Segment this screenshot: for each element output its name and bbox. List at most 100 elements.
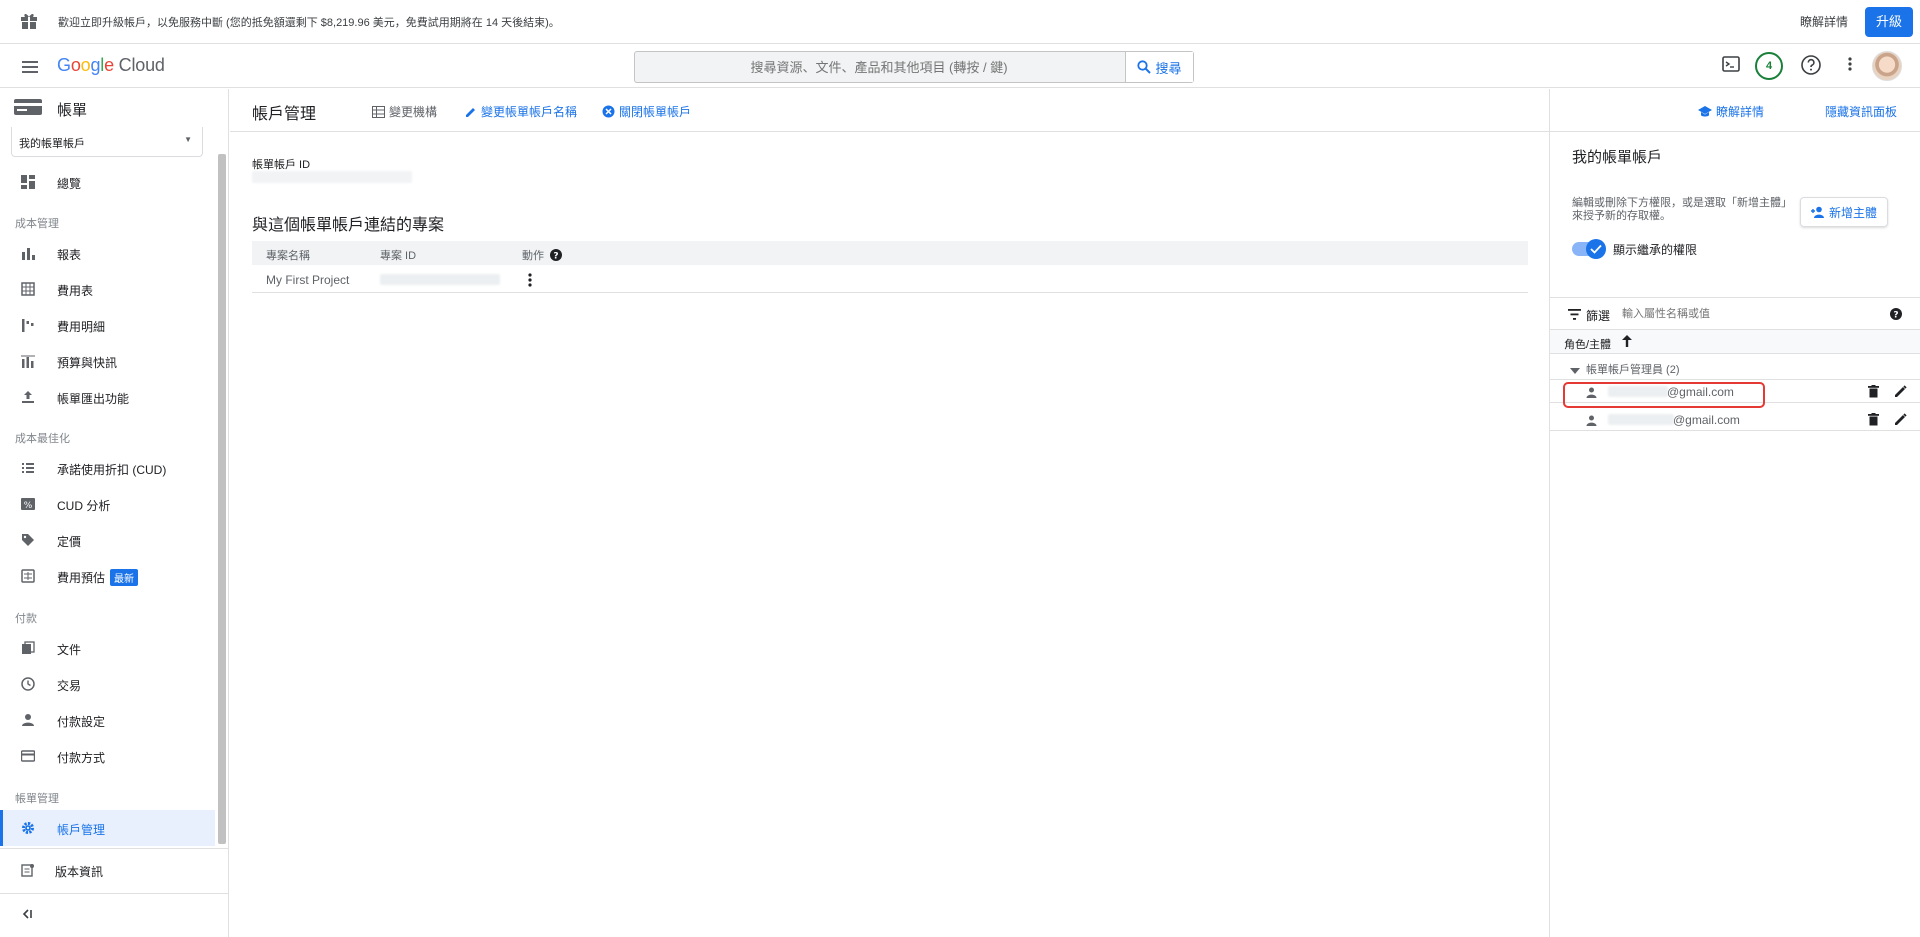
add-principal-button[interactable]: 新增主體	[1800, 197, 1888, 227]
sidebar-item-cost-breakdown[interactable]: 費用明細	[0, 311, 215, 339]
sidebar-item-cost-table[interactable]: 費用表	[0, 275, 215, 303]
sidebar-item-label: 費用預估 最新	[57, 569, 139, 586]
banner-learn-more-link[interactable]: 瞭解詳情	[1800, 13, 1848, 30]
waterfall-chart-icon	[22, 319, 34, 332]
calculator-icon	[21, 569, 35, 583]
add-principal-label: 新增主體	[1828, 205, 1877, 220]
sidebar-item-cud[interactable]: 承諾使用折扣 (CUD)	[0, 454, 215, 482]
sidebar-item-pricing[interactable]: 定價	[0, 526, 215, 554]
rename-billing-account-button[interactable]: 變更帳單帳戶名稱	[465, 103, 577, 120]
role-group-label: 帳單帳戶管理員 (2)	[1586, 364, 1680, 376]
search-bar: 搜尋	[634, 51, 1194, 83]
upload-icon	[22, 391, 34, 403]
sidebar-item-payment-settings[interactable]: 付款設定	[0, 706, 215, 734]
more-vert-icon[interactable]	[524, 272, 536, 291]
change-organization-button[interactable]: 變更機構	[372, 103, 437, 120]
sidebar-item-label: 預算與快訊	[57, 356, 118, 370]
column-project-id[interactable]: 專案 ID	[380, 247, 416, 263]
role-principal-header[interactable]: 角色/主體	[1550, 330, 1920, 354]
sidebar-item-budgets[interactable]: 預算與快訊	[0, 347, 215, 375]
billing-icon	[14, 99, 42, 118]
sidebar-item-transactions[interactable]: 交易	[0, 670, 215, 698]
sidebar-item-release-notes[interactable]: 版本資訊	[0, 856, 215, 884]
role-principal-label: 角色/主體	[1564, 339, 1612, 351]
delete-icon[interactable]	[1868, 413, 1879, 429]
bar-chart-icon	[22, 248, 35, 260]
top-header: Google Cloud 搜尋 4	[0, 45, 1920, 88]
dropdown-icon: ▼	[184, 135, 192, 144]
estimate-label: 費用預估	[57, 571, 106, 585]
sidebar-item-label: 付款方式	[57, 751, 106, 765]
sidebar-item-documents[interactable]: 文件	[0, 634, 215, 662]
sidebar-item-cud-analysis[interactable]: % CUD 分析	[0, 490, 215, 518]
role-group-billing-admin[interactable]: 帳單帳戶管理員 (2)	[1550, 354, 1920, 380]
upgrade-button[interactable]: 升級	[1865, 7, 1913, 37]
delete-icon[interactable]	[1868, 385, 1879, 401]
search-button-label: 搜尋	[1155, 60, 1182, 76]
close-billing-account-button[interactable]: 關閉帳單帳戶	[602, 103, 691, 120]
svg-text:?: ?	[553, 251, 558, 261]
person-icon	[1586, 414, 1597, 429]
check-icon	[1590, 244, 1602, 254]
search-input[interactable]	[635, 52, 1193, 82]
notifications-badge[interactable]: 4	[1755, 52, 1783, 80]
section-payments: 付款	[15, 613, 37, 625]
percent-icon: %	[21, 498, 35, 511]
expand-more-icon	[1570, 363, 1580, 378]
highlight-annotation	[1563, 382, 1765, 408]
panel-title: 我的帳單帳戶	[1572, 149, 1663, 166]
list-icon	[22, 463, 34, 473]
table-icon	[21, 282, 35, 296]
sidebar-scrollbar[interactable]	[218, 154, 226, 844]
sidebar-divider	[0, 848, 229, 849]
sidebar-divider	[0, 893, 229, 894]
section-cost-optimization: 成本最佳化	[15, 433, 70, 445]
billing-account-select[interactable]: 我的帳單帳戶 ▼	[11, 127, 203, 157]
menu-icon[interactable]	[20, 57, 40, 80]
column-actions: 動作 ?	[522, 247, 563, 263]
gift-icon	[20, 12, 38, 33]
person-icon	[22, 714, 34, 726]
project-name[interactable]: My First Project	[266, 273, 349, 287]
help-icon[interactable]	[1800, 54, 1822, 79]
edit-icon[interactable]	[1894, 385, 1907, 401]
sidebar: 帳單 我的帳單帳戶 ▼ 總覽 成本管理 報表 費用表 費用明細 預算與快訊 帳單…	[0, 89, 229, 937]
section-billing-management: 帳單管理	[15, 793, 59, 805]
new-badge: 最新	[110, 569, 139, 586]
sidebar-item-label: 帳戶管理	[57, 823, 106, 837]
help-icon[interactable]: ?	[1890, 308, 1902, 323]
member-email-redacted	[1608, 414, 1674, 425]
sidebar-item-export[interactable]: 帳單匯出功能	[0, 383, 215, 411]
document-icon	[22, 641, 35, 654]
sidebar-item-reports[interactable]: 報表	[0, 239, 215, 267]
sidebar-item-label: 費用明細	[57, 320, 106, 334]
sidebar-item-label: 總覽	[57, 177, 82, 191]
filter-label: 篩選	[1586, 309, 1611, 323]
hide-info-panel-button[interactable]: 隱藏資訊面板	[1825, 103, 1897, 120]
info-panel-actions: 瞭解詳情 隱藏資訊面板	[1550, 89, 1920, 132]
edit-icon[interactable]	[1894, 413, 1907, 429]
filter-icon	[1568, 308, 1581, 323]
terminal-icon[interactable]	[1721, 54, 1741, 77]
more-vert-icon[interactable]	[1840, 54, 1860, 77]
sidebar-item-account-management[interactable]: 帳戶管理	[0, 810, 215, 846]
show-inherited-toggle[interactable]	[1572, 239, 1606, 259]
google-cloud-logo[interactable]: Google Cloud	[57, 55, 165, 76]
avatar[interactable]	[1872, 51, 1902, 81]
project-id-value	[380, 274, 500, 285]
sidebar-item-estimate[interactable]: 費用預估 最新	[0, 562, 215, 590]
filter-input[interactable]	[1622, 304, 1872, 324]
sidebar-item-payment-method[interactable]: 付款方式	[0, 742, 215, 770]
search-icon	[1137, 60, 1152, 74]
sidebar-item-label: 定價	[57, 535, 82, 549]
rename-billing-account-label: 變更帳單帳戶名稱	[481, 105, 578, 119]
search-button[interactable]: 搜尋	[1125, 52, 1193, 82]
svg-text:?: ?	[1893, 310, 1898, 320]
person-add-icon	[1810, 206, 1824, 218]
sidebar-item-overview[interactable]: 總覽	[0, 168, 215, 196]
collapse-sidebar-icon[interactable]	[20, 907, 34, 924]
help-icon[interactable]: ?	[550, 249, 563, 261]
school-icon	[1698, 105, 1712, 116]
panel-learn-more-link[interactable]: 瞭解詳情	[1698, 103, 1764, 120]
column-project-name[interactable]: 專案名稱	[266, 247, 310, 263]
